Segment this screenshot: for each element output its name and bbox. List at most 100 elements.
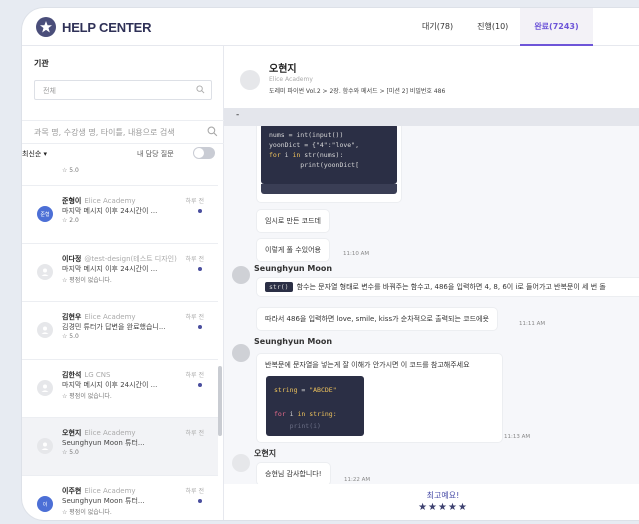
item-preview: 김경민 튜터가 답변을 완료했습니... (62, 323, 166, 331)
item-preview: Seunghyun Moon 튜터... (62, 439, 145, 447)
filter-row: 최신순 ▾ 내 담당 질문 (22, 146, 224, 164)
item-name: 이다정 @test-design(테스트 디자인) (62, 255, 177, 263)
unread-dot (198, 209, 202, 213)
chat-header: 오현지 Elice Academy 도레미 파이썬 Vol.2 > 2장. 함수… (224, 46, 639, 108)
item-name: 오현지 Elice Academy (62, 429, 136, 437)
message-bubble: 반복문에 문자열을 넣는게 잘 이해가 안가시면 이 코드를 참고해주세요 st… (257, 354, 502, 442)
item-rating: ☆ 평점이 없습니다. (62, 277, 112, 284)
org-select-value: 전체 (43, 87, 56, 95)
collapse-bar[interactable]: - (224, 108, 639, 126)
logo[interactable]: HELP CENTER (36, 17, 151, 37)
question-list: ☆ 5.0 준형 준형이 Elice Academy 하루 전 마지막 메시지 이… (22, 164, 224, 520)
question-search-input[interactable]: 과목 명, 수강생 명, 타이틀, 내용으로 검색 (22, 120, 224, 144)
unread-dot (198, 383, 202, 387)
list-item[interactable]: 김한석 LG CNS 하루 전 마지막 메시지 이후 24시간이 ... ☆ 평점… (22, 360, 218, 418)
tutor-avatar (232, 266, 250, 284)
my-questions-label: 내 담당 질문 (137, 150, 174, 158)
message-bubble: 이렇게 풀 수있어용 (257, 239, 329, 261)
message-text: 반복문에 문자열을 넣는게 잘 이해가 안가시면 이 코드를 참고해주세요 (265, 361, 470, 369)
avatar: 이 (37, 496, 53, 512)
message-time: 11:22 AM (344, 477, 371, 483)
item-time: 하루 전 (185, 314, 204, 321)
item-time: 하루 전 (185, 198, 204, 205)
tab-waiting[interactable]: 대기(78) (410, 8, 465, 46)
code-scrollbar[interactable] (261, 184, 397, 194)
my-questions-toggle[interactable] (193, 147, 215, 159)
list-item[interactable]: 김현우 Elice Academy 하루 전 김경민 튜터가 답변을 완료했습니.… (22, 302, 218, 360)
student-avatar (240, 70, 260, 90)
logo-text: HELP CENTER (62, 19, 152, 35)
item-time: 하루 전 (185, 256, 204, 263)
chat-panel: 오현지 Elice Academy 도레미 파이썬 Vol.2 > 2장. 함수… (224, 46, 639, 520)
item-name: 김현우 Elice Academy (62, 313, 136, 321)
message-bubble: 임시로 만든 코드데 (257, 210, 329, 232)
org-label: 기관 (34, 59, 49, 68)
feedback-footer: 최고예요! ★★★★★ (224, 484, 639, 520)
sidebar: 기관 전체 과목 명, 수강생 명, 타이틀, 내용으로 검색 최신순 ▾ 내 … (22, 46, 224, 520)
tutor-avatar (232, 344, 250, 362)
message-bubble: str() 함수는 문자열 형태로 변수를 바꿔주는 함수고, 486을 입력하면… (257, 278, 639, 296)
item-preview: 마지막 메시지 이후 24시간이 ... (62, 381, 158, 389)
student-org: Elice Academy (269, 76, 313, 83)
list-item-selected[interactable]: 오현지 Elice Academy 하루 전 Seunghyun Moon 튜터.… (22, 418, 218, 476)
search-icon (196, 85, 205, 96)
sender-name: 오현지 (254, 449, 277, 458)
list-scrollbar[interactable] (218, 366, 222, 436)
inline-code: str() (265, 282, 293, 292)
item-rating: ☆ 5.0 (62, 333, 79, 340)
list-item[interactable]: ☆ 5.0 (22, 164, 218, 186)
item-time: 하루 전 (185, 430, 204, 437)
feedback-text: 최고예요! (426, 491, 460, 500)
logo-icon (36, 17, 56, 37)
avatar (37, 438, 53, 454)
item-name: 준형이 Elice Academy (62, 197, 136, 205)
code-message: nums = int(input()) yoonDict = {"4":"lov… (257, 126, 401, 202)
message-text: 함수는 문자열 형태로 변수를 바꿔주는 함수고, 486을 입력하면 4, 8… (296, 283, 606, 291)
code-block: string = "ABCDE" for i in string: print(… (266, 376, 364, 436)
unread-dot (198, 267, 202, 271)
code-block: nums = int(input()) yoonDict = {"4":"lov… (261, 126, 397, 184)
list-item[interactable]: 이다정 @test-design(테스트 디자인) 하루 전 마지막 메시지 이후… (22, 244, 218, 302)
header: HELP CENTER 대기(78) 진행(10) 완료(7243) (22, 8, 639, 46)
status-tabs: 대기(78) 진행(10) 완료(7243) (410, 8, 593, 46)
avatar: 준형 (37, 206, 53, 222)
item-name: 이주현 Elice Academy (62, 487, 136, 495)
item-time: 하루 전 (185, 372, 204, 379)
message-time: 11:13 AM (504, 434, 531, 440)
avatar (37, 322, 53, 338)
message-bubble: 승현님 감사합니다! (257, 463, 330, 484)
message-time: 11:10 AM (343, 251, 370, 257)
tab-completed[interactable]: 완료(7243) (520, 8, 593, 46)
item-preview: Seunghyun Moon 튜터... (62, 497, 145, 505)
unread-dot (198, 499, 202, 503)
item-name: 김한석 LG CNS (62, 371, 111, 379)
item-rating: ☆ 5.0 (62, 167, 79, 174)
breadcrumb: 도레미 파이썬 Vol.2 > 2장. 함수와 메서드 > [미션 2] 비밀번… (269, 88, 446, 95)
sender-name: Seunghyun Moon (254, 264, 333, 273)
sender-name: Seunghyun Moon (254, 337, 333, 346)
student-avatar (232, 454, 250, 472)
list-item[interactable]: 준형 준형이 Elice Academy 하루 전 마지막 메시지 이후 24시간… (22, 186, 218, 244)
item-rating: ☆ 2.0 (62, 217, 79, 224)
search-placeholder: 과목 명, 수강생 명, 타이틀, 내용으로 검색 (34, 128, 175, 137)
feedback-stars: ★★★★★ (418, 502, 468, 513)
avatar (37, 380, 53, 396)
item-rating: ☆ 5.0 (62, 449, 79, 456)
avatar (37, 264, 53, 280)
search-icon[interactable] (207, 126, 218, 139)
conversation: nums = int(input()) yoonDict = {"4":"lov… (224, 126, 639, 484)
item-rating: ☆ 평점이 없습니다. (62, 509, 112, 516)
item-preview: 마지막 메시지 이후 24시간이 ... (62, 265, 158, 273)
message-bubble: 따라서 486을 입력하면 love, smile, kiss가 순차적으로 출… (257, 308, 497, 330)
message-time: 11:11 AM (519, 321, 546, 327)
student-name: 오현지 (269, 64, 297, 75)
sort-dropdown[interactable]: 최신순 ▾ (22, 149, 47, 159)
help-center-window: HELP CENTER 대기(78) 진행(10) 완료(7243) 기관 전체… (22, 8, 639, 520)
item-preview: 마지막 메시지 이후 24시간이 ... (62, 207, 158, 215)
item-time: 하루 전 (185, 488, 204, 495)
tab-in-progress[interactable]: 진행(10) (465, 8, 520, 46)
item-rating: ☆ 평점이 없습니다. (62, 393, 112, 400)
unread-dot (198, 325, 202, 329)
org-select[interactable]: 전체 (34, 80, 212, 100)
list-item[interactable]: 이 이주현 Elice Academy 하루 전 Seunghyun Moon 튜… (22, 476, 218, 520)
